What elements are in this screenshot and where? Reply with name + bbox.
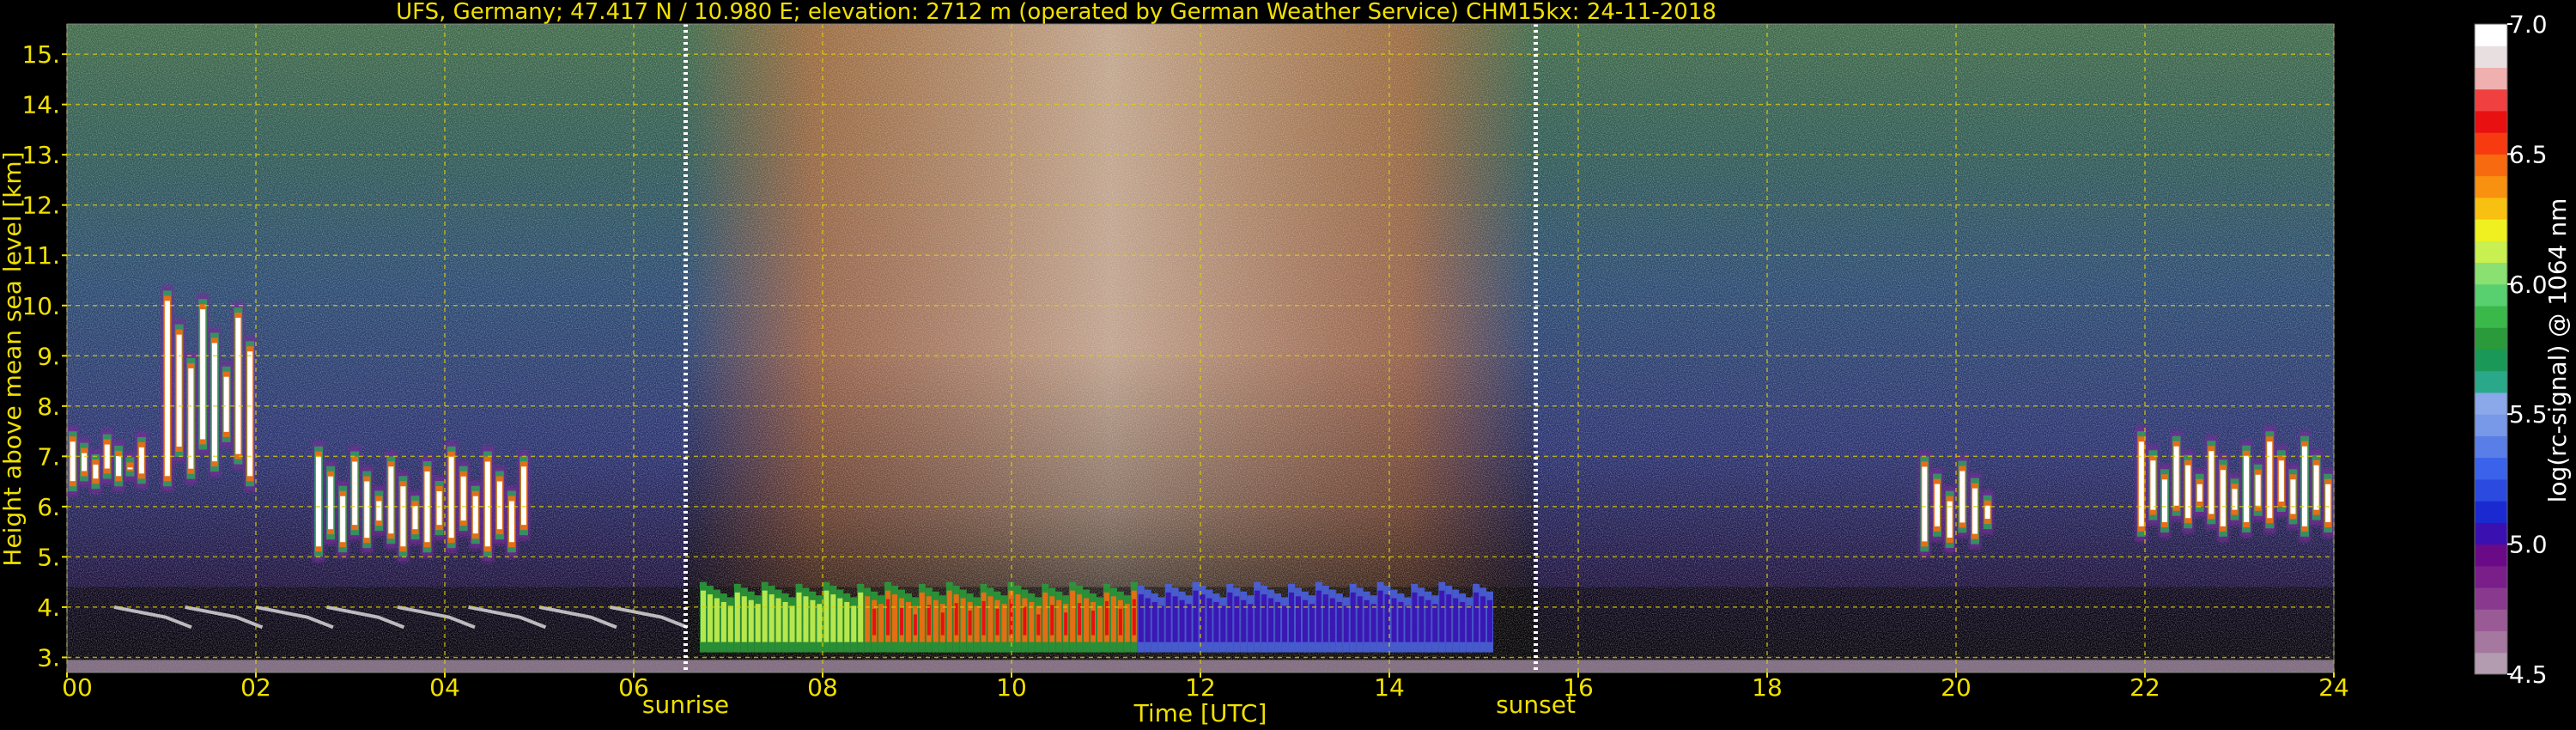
x-tick-label: 08 (807, 673, 838, 702)
colorbar-tick-label: 6.5 (2509, 140, 2548, 168)
colorbar-tick-label: 5.5 (2509, 400, 2548, 429)
colorbar-segment (2475, 175, 2507, 198)
colorbar-tick-label: 6.0 (2509, 271, 2548, 299)
colorbar-segment (2475, 88, 2507, 112)
y-tick-label: 10. (21, 292, 60, 320)
chart-title: UFS, Germany; 47.417 N / 10.980 E; eleva… (396, 0, 1716, 25)
colorbar-segment (2475, 544, 2507, 567)
x-tick-label: 06 (618, 673, 649, 702)
colorbar-segment (2475, 609, 2507, 632)
y-tick-label: 5. (37, 543, 60, 571)
y-tick-label: 12. (21, 192, 60, 220)
colorbar-segment (2475, 306, 2507, 328)
colorbar-tick-label: 7.0 (2509, 10, 2548, 39)
x-tick-label: 16 (1563, 673, 1594, 702)
colorbar-segment (2475, 24, 2507, 46)
colorbar-segment (2475, 522, 2507, 545)
colorbar-segment (2475, 630, 2507, 654)
colorbar-segment (2475, 478, 2507, 502)
colorbar-segment (2475, 414, 2507, 436)
x-tick-label: 04 (429, 673, 460, 702)
x-tick-label: 12 (1185, 673, 1216, 702)
colorbar-segment (2475, 587, 2507, 610)
x-tick-label: 00 (62, 673, 93, 702)
colorbar-segment (2475, 110, 2507, 133)
event-label-sunrise: sunrise (642, 690, 729, 719)
x-tick-label: 18 (1752, 673, 1783, 702)
y-tick-label: 15. (21, 40, 60, 69)
colorbar-segment (2475, 327, 2507, 350)
x-tick-label: 22 (2129, 673, 2160, 702)
colorbar-segment (2475, 283, 2507, 307)
x-tick-label: 24 (2318, 673, 2349, 702)
colorbar-segment (2475, 154, 2507, 177)
colorbar-segment (2475, 132, 2507, 155)
colorbar-label: log(rc-signal) @ 1064 nm (2543, 198, 2572, 503)
colorbar-segment (2475, 435, 2507, 459)
colorbar-segment (2475, 392, 2507, 415)
y-tick-label: 3. (37, 643, 60, 672)
y-tick-label: 11. (21, 241, 60, 270)
y-tick-label: 13. (21, 141, 60, 169)
colorbar-tick-label: 4.5 (2509, 660, 2548, 689)
x-tick-label: 10 (996, 673, 1027, 702)
y-tick-label: 4. (37, 593, 60, 622)
y-tick-label: 14. (21, 91, 60, 119)
y-tick-label: 7. (37, 442, 60, 471)
x-axis-label: Time [UTC] (1133, 699, 1267, 727)
colorbar-segment (2475, 262, 2507, 285)
colorbar-segment (2475, 67, 2507, 90)
y-tick-label: 8. (37, 392, 60, 421)
colorbar-segment (2475, 197, 2507, 220)
x-tick-label: 20 (1941, 673, 1971, 702)
colorbar-segment (2475, 501, 2507, 523)
colorbar-segment (2475, 349, 2507, 372)
colorbar-segment (2475, 457, 2507, 480)
y-axis-label: Height above mean sea level [km] (0, 151, 27, 566)
colorbar-tick-label: 5.0 (2509, 531, 2548, 559)
x-tick-label: 14 (1374, 673, 1405, 702)
colorbar-segment (2475, 240, 2507, 264)
colorbar-segment (2475, 46, 2507, 68)
ceilometer-chart: sunrise sunset00 02 04 06 08 10 12 14 16 18 20 22 243… (0, 0, 2572, 727)
x-tick-label: 02 (240, 673, 271, 702)
y-tick-label: 9. (37, 342, 60, 370)
y-tick-label: 6. (37, 493, 60, 521)
colorbar-segment (2475, 219, 2507, 241)
colorbar-segment (2475, 652, 2507, 675)
colorbar-segment (2475, 370, 2507, 393)
colorbar-segment (2475, 565, 2507, 588)
